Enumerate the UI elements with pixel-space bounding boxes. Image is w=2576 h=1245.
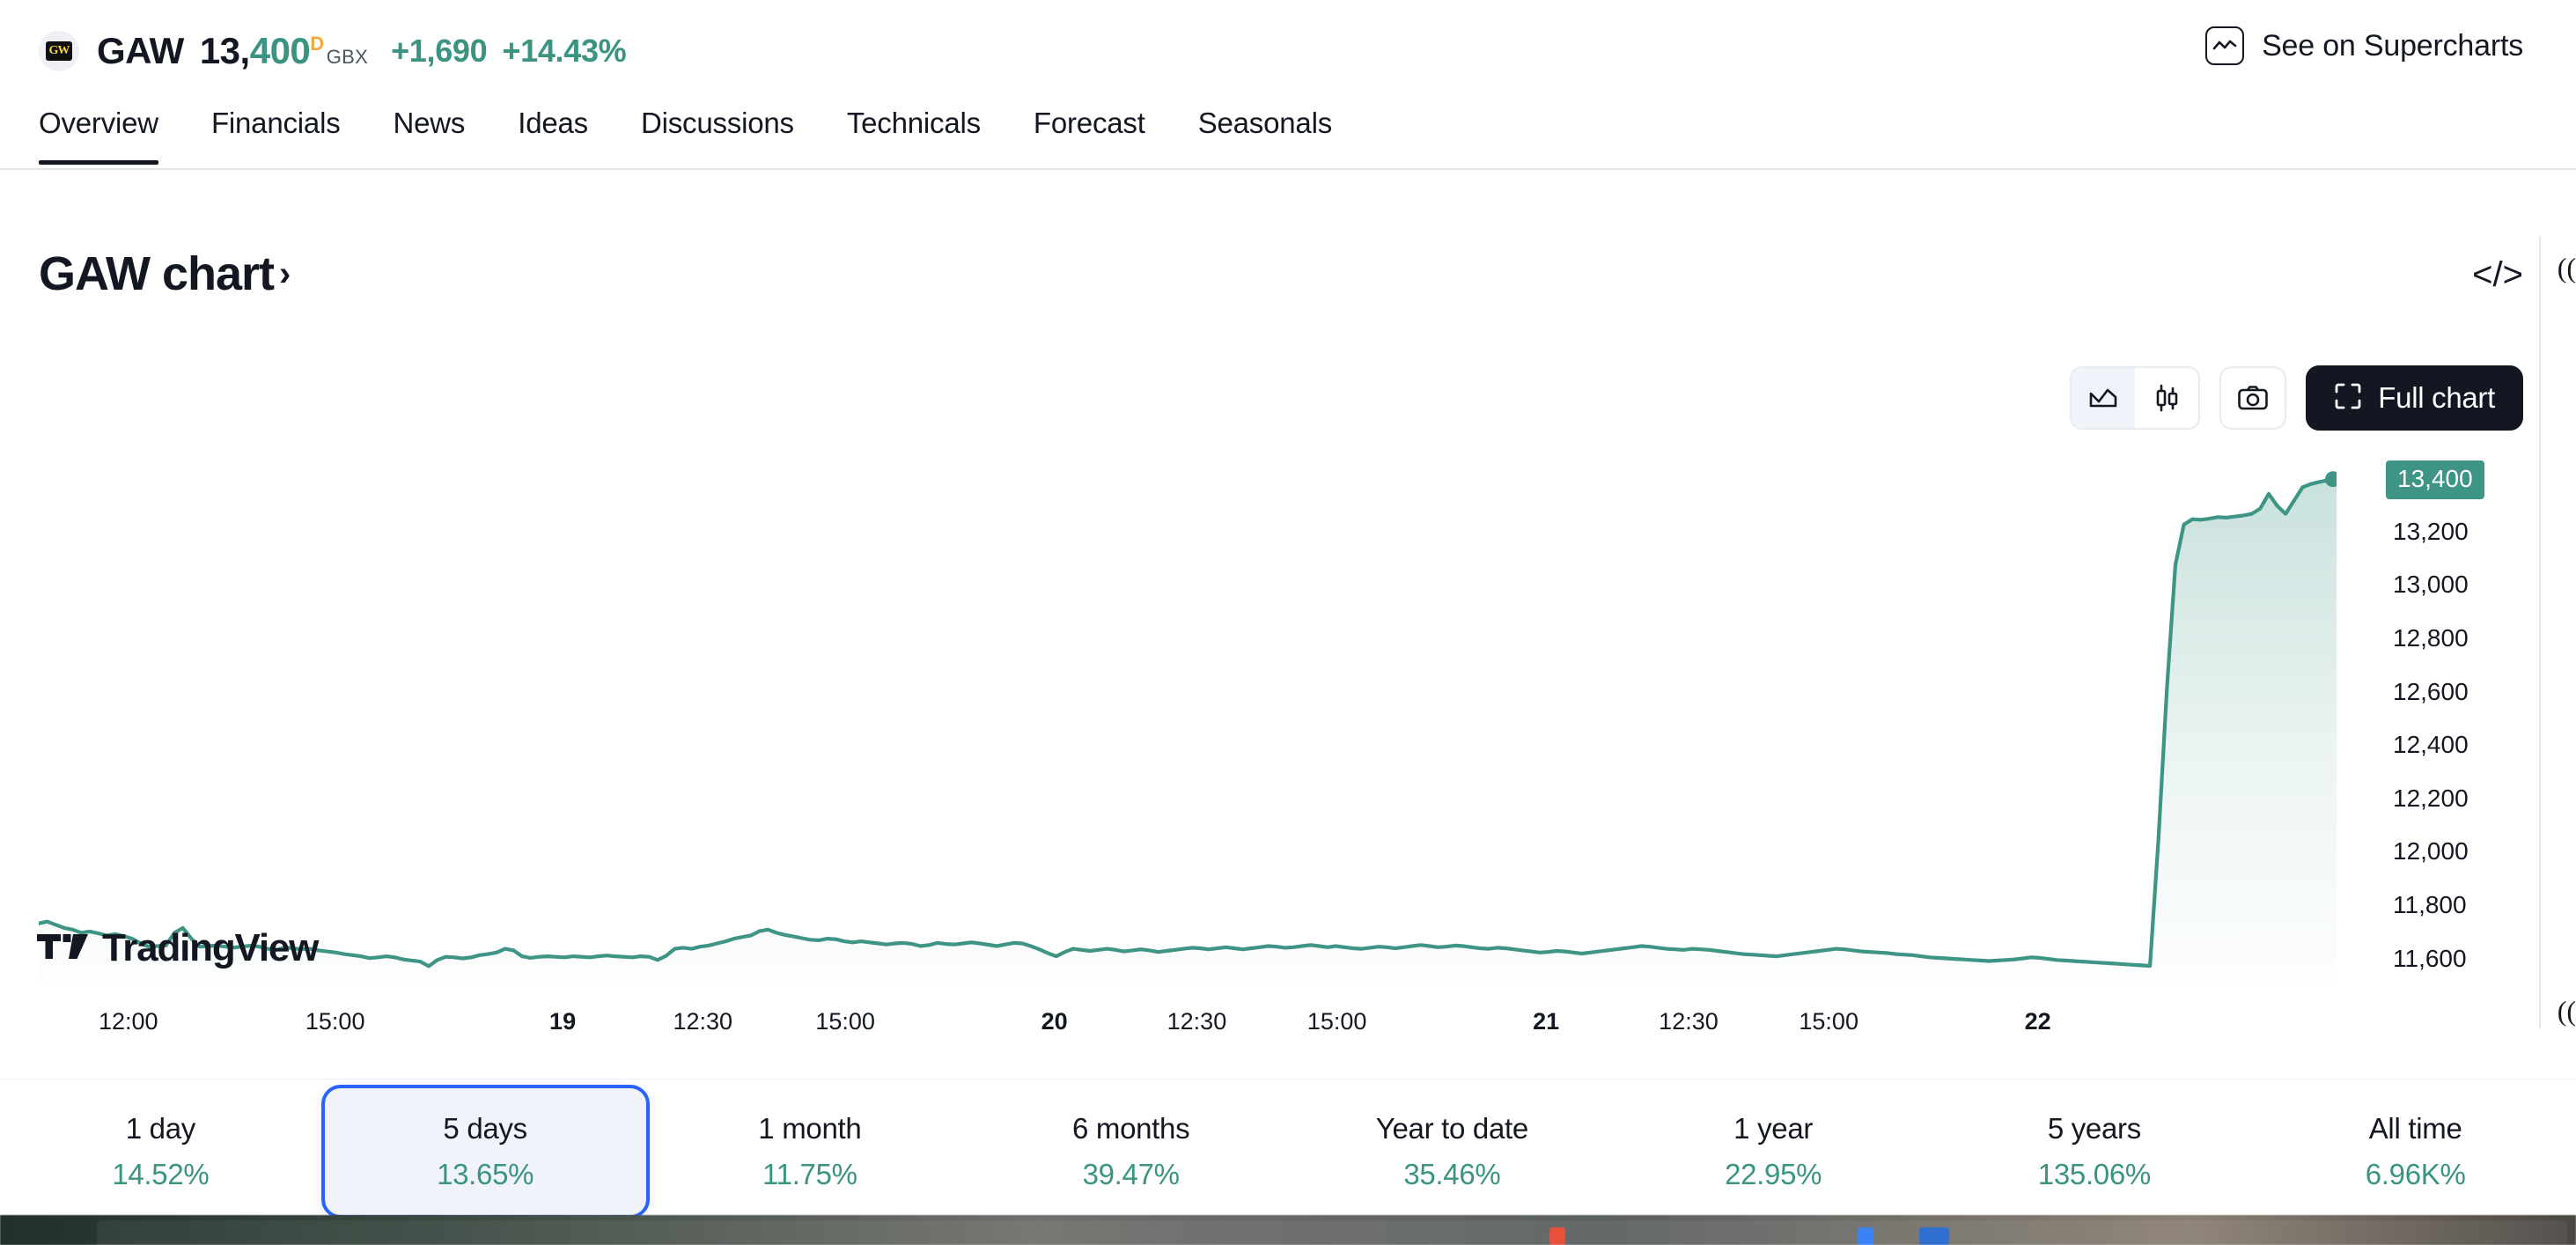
time-axis-tick: 15:00 xyxy=(1799,1008,1858,1035)
range-button-label: 1 year xyxy=(1733,1112,1813,1146)
tab-financials[interactable]: Financials xyxy=(211,101,341,163)
supercharts-icon xyxy=(2205,26,2244,65)
range-button-label: 6 months xyxy=(1072,1112,1189,1146)
range-button-label: 5 days xyxy=(443,1112,526,1146)
range-button-label: 1 month xyxy=(758,1112,861,1146)
range-button-year-to-date[interactable]: Year to date 35.46% xyxy=(1292,1085,1613,1219)
price-axis-tick: 12,600 xyxy=(2393,678,2469,706)
page-right-divider xyxy=(2539,236,2541,1028)
symbol-header: GW GAW 13,400DGBX +1,690 +14.43% See on … xyxy=(0,0,2576,101)
price-axis-tick: 11,800 xyxy=(2393,891,2467,919)
company-logo: GW xyxy=(39,31,79,71)
time-axis-tick: 22 xyxy=(2025,1008,2051,1035)
symbol-ticker: GAW xyxy=(97,30,184,72)
range-button-label: Year to date xyxy=(1376,1112,1528,1146)
taskbar-inner xyxy=(97,1220,2567,1245)
time-axis-tick: 20 xyxy=(1041,1008,1068,1035)
taskbar-item-blue-wide[interactable] xyxy=(1919,1227,1949,1245)
price-axis-tick: 13,200 xyxy=(2393,518,2469,546)
tab-news[interactable]: News xyxy=(394,101,466,163)
price-area-series xyxy=(39,458,2337,986)
tab-seasonals[interactable]: Seasonals xyxy=(1198,101,1332,163)
price-superscript: D xyxy=(310,33,323,55)
range-button-label: 1 day xyxy=(126,1112,195,1146)
see-on-supercharts-button[interactable]: See on Supercharts xyxy=(2205,26,2523,65)
taskbar-item-blue[interactable] xyxy=(1858,1227,1873,1245)
time-axis-tick: 12:30 xyxy=(673,1008,732,1035)
full-chart-button[interactable]: Full chart xyxy=(2306,365,2523,431)
price-axis-tick: 12,200 xyxy=(2393,785,2469,813)
chart-title-row: GAW chart › </> xyxy=(0,247,2576,335)
price-currency: GBX xyxy=(327,46,368,68)
tab-ideas[interactable]: Ideas xyxy=(518,101,588,163)
range-button-change: 11.75% xyxy=(762,1158,857,1191)
tab-forecast[interactable]: Forecast xyxy=(1034,101,1145,163)
price-axis-tick: 12,000 xyxy=(2393,837,2469,866)
range-button-change: 6.96K% xyxy=(2366,1158,2466,1191)
time-axis-tick: 15:00 xyxy=(305,1008,365,1035)
range-button-1-month[interactable]: 1 month 11.75% xyxy=(650,1085,971,1219)
tab-technicals[interactable]: Technicals xyxy=(847,101,981,163)
supercharts-label: See on Supercharts xyxy=(2262,29,2523,63)
section-tabs: Overview Financials News Ideas Discussio… xyxy=(0,101,2576,170)
chevron-right-icon: › xyxy=(279,254,290,294)
price-axis-tick: 12,800 xyxy=(2393,624,2469,652)
range-button-label: All time xyxy=(2369,1112,2462,1146)
tab-discussions[interactable]: Discussions xyxy=(641,101,794,163)
range-button-5-years[interactable]: 5 years 135.06% xyxy=(1934,1085,2256,1219)
chart-toolbar: Full chart xyxy=(2070,365,2523,431)
price-integer: 13, xyxy=(200,30,250,71)
price-axis-tick: 13,000 xyxy=(2393,571,2469,599)
range-button-5-days[interactable]: 5 days 13.65% xyxy=(321,1085,650,1219)
chart-area: 13,400 13,200 13,000 12,800 12,600 12,400 12,2… xyxy=(0,458,2576,1004)
time-axis-tick: 12:00 xyxy=(99,1008,158,1035)
range-button-change: 35.46% xyxy=(1403,1158,1500,1191)
time-axis-tick: 12:30 xyxy=(1659,1008,1719,1035)
range-button-change: 22.95% xyxy=(1725,1158,1822,1191)
expand-brackets-icon xyxy=(2334,382,2362,415)
time-axis-tick: 15:00 xyxy=(1307,1008,1367,1035)
time-axis-tick: 19 xyxy=(549,1008,576,1035)
price-decimal: 400 xyxy=(250,30,311,71)
range-button-1-day[interactable]: 1 day 14.52% xyxy=(0,1085,321,1219)
range-button-change: 14.52% xyxy=(112,1158,209,1191)
chart-type-toggle xyxy=(2070,366,2200,430)
price-axis-tick: 12,400 xyxy=(2393,731,2469,759)
last-price-badge: 13,400 xyxy=(2386,460,2484,499)
edge-glyph-top: (( xyxy=(2558,252,2576,284)
price-axis-tick: 11,600 xyxy=(2393,945,2467,973)
range-selector: 1 day 14.52% 5 days 13.65% 1 month 11.75% 6 mo… xyxy=(0,1079,2576,1224)
change-percent: +14.43% xyxy=(502,33,626,70)
range-button-change: 13.65% xyxy=(437,1158,534,1191)
snapshot-camera-icon-button[interactable] xyxy=(2219,366,2286,430)
range-button-change: 135.06% xyxy=(2038,1158,2151,1191)
area-chart-icon-button[interactable] xyxy=(2072,368,2135,428)
edge-glyph-bottom: (( xyxy=(2558,995,2576,1028)
symbol-summary[interactable]: GW GAW 13,400DGBX +1,690 +14.43% xyxy=(0,30,626,72)
candlestick-icon-button[interactable] xyxy=(2135,368,2198,428)
embed-code-icon[interactable]: </> xyxy=(2472,255,2523,295)
range-button-6-months[interactable]: 6 months 39.47% xyxy=(970,1085,1292,1219)
time-axis-tick: 12:30 xyxy=(1167,1008,1227,1035)
range-button-all-time[interactable]: All time 6.96K% xyxy=(2255,1085,2576,1219)
page-root: GW GAW 13,400DGBX +1,690 +14.43% See on … xyxy=(0,0,2576,1245)
chart-plot[interactable] xyxy=(39,458,2337,986)
os-taskbar[interactable] xyxy=(0,1215,2576,1245)
taskbar-item-red[interactable] xyxy=(1549,1227,1565,1245)
chart-title-link[interactable]: GAW chart › xyxy=(39,247,290,301)
range-button-1-year[interactable]: 1 year 22.95% xyxy=(1613,1085,1934,1219)
time-axis: 12:00 15:00 19 12:30 15:00 20 12:30 15:00 21 12:3… xyxy=(0,1008,2576,1049)
tab-overview[interactable]: Overview xyxy=(39,101,158,163)
time-axis-tick: 15:00 xyxy=(815,1008,875,1035)
price-axis: 13,400 13,200 13,000 12,800 12,600 12,400 12,2… xyxy=(2377,458,2544,986)
range-button-change: 39.47% xyxy=(1083,1158,1180,1191)
range-button-label: 5 years xyxy=(2048,1112,2141,1146)
symbol-price: 13,400DGBX xyxy=(200,30,368,72)
change-absolute: +1,690 xyxy=(391,33,487,70)
page-title: GAW chart xyxy=(39,247,274,301)
company-logo-badge: GW xyxy=(46,41,72,61)
time-axis-tick: 21 xyxy=(1533,1008,1559,1035)
full-chart-label: Full chart xyxy=(2378,381,2495,415)
